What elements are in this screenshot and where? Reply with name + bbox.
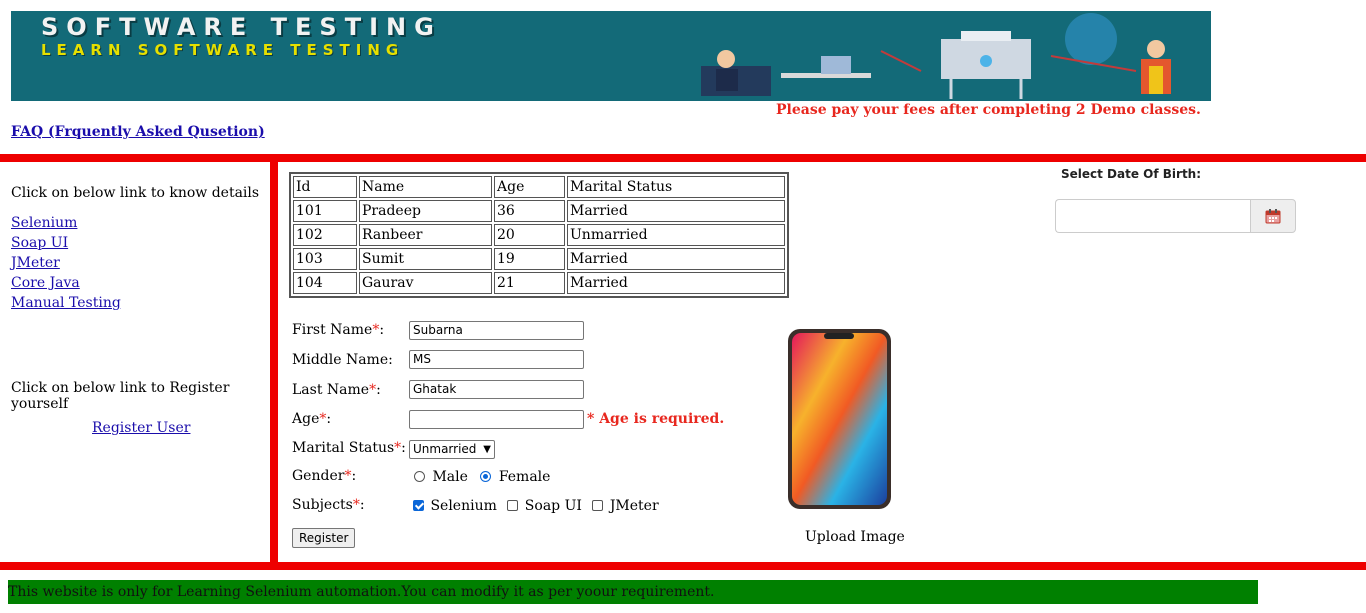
- middle-name-input[interactable]: MS: [409, 350, 584, 369]
- table-cell: Married: [567, 200, 785, 222]
- subject-jmeter-label: JMeter: [609, 498, 659, 514]
- subject-selenium-checkbox[interactable]: [413, 500, 424, 511]
- table-cell: 101: [293, 200, 357, 222]
- employee-table-wrap: Id Name Age Marital Status 101 Pradeep 3…: [289, 172, 789, 298]
- banner-title: SOFTWARE TESTING: [41, 13, 442, 41]
- marital-status-select[interactable]: Unmarried ▼: [409, 440, 495, 459]
- chevron-down-icon: ▼: [483, 444, 491, 455]
- link-jmeter[interactable]: JMeter: [11, 255, 261, 271]
- table-row: 103 Sumit 19 Married: [293, 248, 785, 270]
- age-label: Age*:: [292, 411, 332, 427]
- calendar-button[interactable]: [1250, 199, 1296, 233]
- link-soapui[interactable]: Soap UI: [11, 235, 261, 251]
- phone-image[interactable]: [788, 329, 891, 509]
- dob-input[interactable]: [1055, 199, 1251, 233]
- upload-image-label: Upload Image: [805, 529, 905, 545]
- link-selenium[interactable]: Selenium: [11, 215, 261, 231]
- table-cell: 19: [494, 248, 565, 270]
- table-header: Age: [494, 176, 565, 198]
- table-cell: Ranbeer: [359, 224, 492, 246]
- gender-label: Gender*:: [292, 468, 357, 484]
- table-cell: Married: [567, 272, 785, 294]
- table-row: 101 Pradeep 36 Married: [293, 200, 785, 222]
- subject-soapui-checkbox[interactable]: [507, 500, 519, 511]
- register-button[interactable]: Register: [292, 528, 356, 548]
- calendar-icon: [1265, 209, 1281, 224]
- fees-notice: Please pay your fees after completing 2 …: [776, 102, 1201, 118]
- table-cell: Pradeep: [359, 200, 492, 222]
- register-user-link[interactable]: Register User: [92, 420, 190, 436]
- banner-image: SOFTWARE TESTING LEARN SOFTWARE TESTING: [11, 11, 1211, 101]
- table-cell: 20: [494, 224, 565, 246]
- marital-status-label: Marital Status*:: [292, 440, 406, 456]
- first-name-label: First Name*:: [292, 322, 385, 338]
- table-cell: 102: [293, 224, 357, 246]
- gender-female-label: Female: [498, 469, 551, 485]
- subject-soapui-label: Soap UI: [524, 498, 582, 514]
- marital-status-value: Unmarried: [413, 442, 477, 456]
- link-manual-testing[interactable]: Manual Testing: [11, 295, 261, 311]
- table-cell: Sumit: [359, 248, 492, 270]
- subjects-options: Selenium Soap UI JMeter: [413, 498, 659, 514]
- bottom-divider: [0, 562, 1366, 570]
- table-row: 104 Gaurav 21 Married: [293, 272, 785, 294]
- last-name-label: Last Name*:: [292, 382, 381, 398]
- first-name-input[interactable]: Subarna: [409, 321, 584, 340]
- banner-subtitle: LEARN SOFTWARE TESTING: [41, 41, 405, 59]
- gender-options: Male Female: [414, 469, 550, 485]
- table-cell: Unmarried: [567, 224, 785, 246]
- table-header: Marital Status: [567, 176, 785, 198]
- table-cell: Married: [567, 248, 785, 270]
- table-cell: Gaurav: [359, 272, 492, 294]
- table-header: Name: [359, 176, 492, 198]
- gender-male-radio[interactable]: [414, 471, 425, 482]
- middle-name-label: Middle Name:: [292, 352, 393, 368]
- subjects-label: Subjects*:: [292, 497, 365, 513]
- table-cell: 104: [293, 272, 357, 294]
- subject-jmeter-checkbox[interactable]: [592, 500, 604, 511]
- last-name-input[interactable]: Ghatak: [409, 380, 584, 399]
- banner-illustration: [701, 13, 1171, 99]
- vertical-divider: [270, 162, 278, 562]
- gender-male-label: Male: [432, 469, 468, 485]
- faq-link[interactable]: FAQ (Frquently Asked Qusetion): [11, 124, 265, 140]
- left-sidebar: Click on below link to know details Sele…: [11, 185, 261, 315]
- footer-bar: This website is only for Learning Seleni…: [8, 580, 1258, 604]
- subject-selenium-label: Selenium: [430, 498, 497, 514]
- table-cell: 21: [494, 272, 565, 294]
- dob-label: Select Date Of Birth:: [1061, 167, 1202, 181]
- gender-female-radio[interactable]: [480, 471, 492, 482]
- register-intro: Click on below link to Register yourself: [11, 380, 230, 412]
- link-core-java[interactable]: Core Java: [11, 275, 261, 291]
- top-divider: [0, 154, 1366, 162]
- table-header: Id: [293, 176, 357, 198]
- table-cell: 36: [494, 200, 565, 222]
- age-input[interactable]: [409, 410, 584, 429]
- table-header-row: Id Name Age Marital Status: [293, 176, 785, 198]
- table-cell: 103: [293, 248, 357, 270]
- age-error: * Age is required.: [587, 411, 725, 427]
- course-links: Selenium Soap UI JMeter Core Java Manual…: [11, 215, 261, 311]
- employee-table: Id Name Age Marital Status 101 Pradeep 3…: [289, 172, 789, 298]
- links-intro: Click on below link to know details: [11, 185, 260, 201]
- table-row: 102 Ranbeer 20 Unmarried: [293, 224, 785, 246]
